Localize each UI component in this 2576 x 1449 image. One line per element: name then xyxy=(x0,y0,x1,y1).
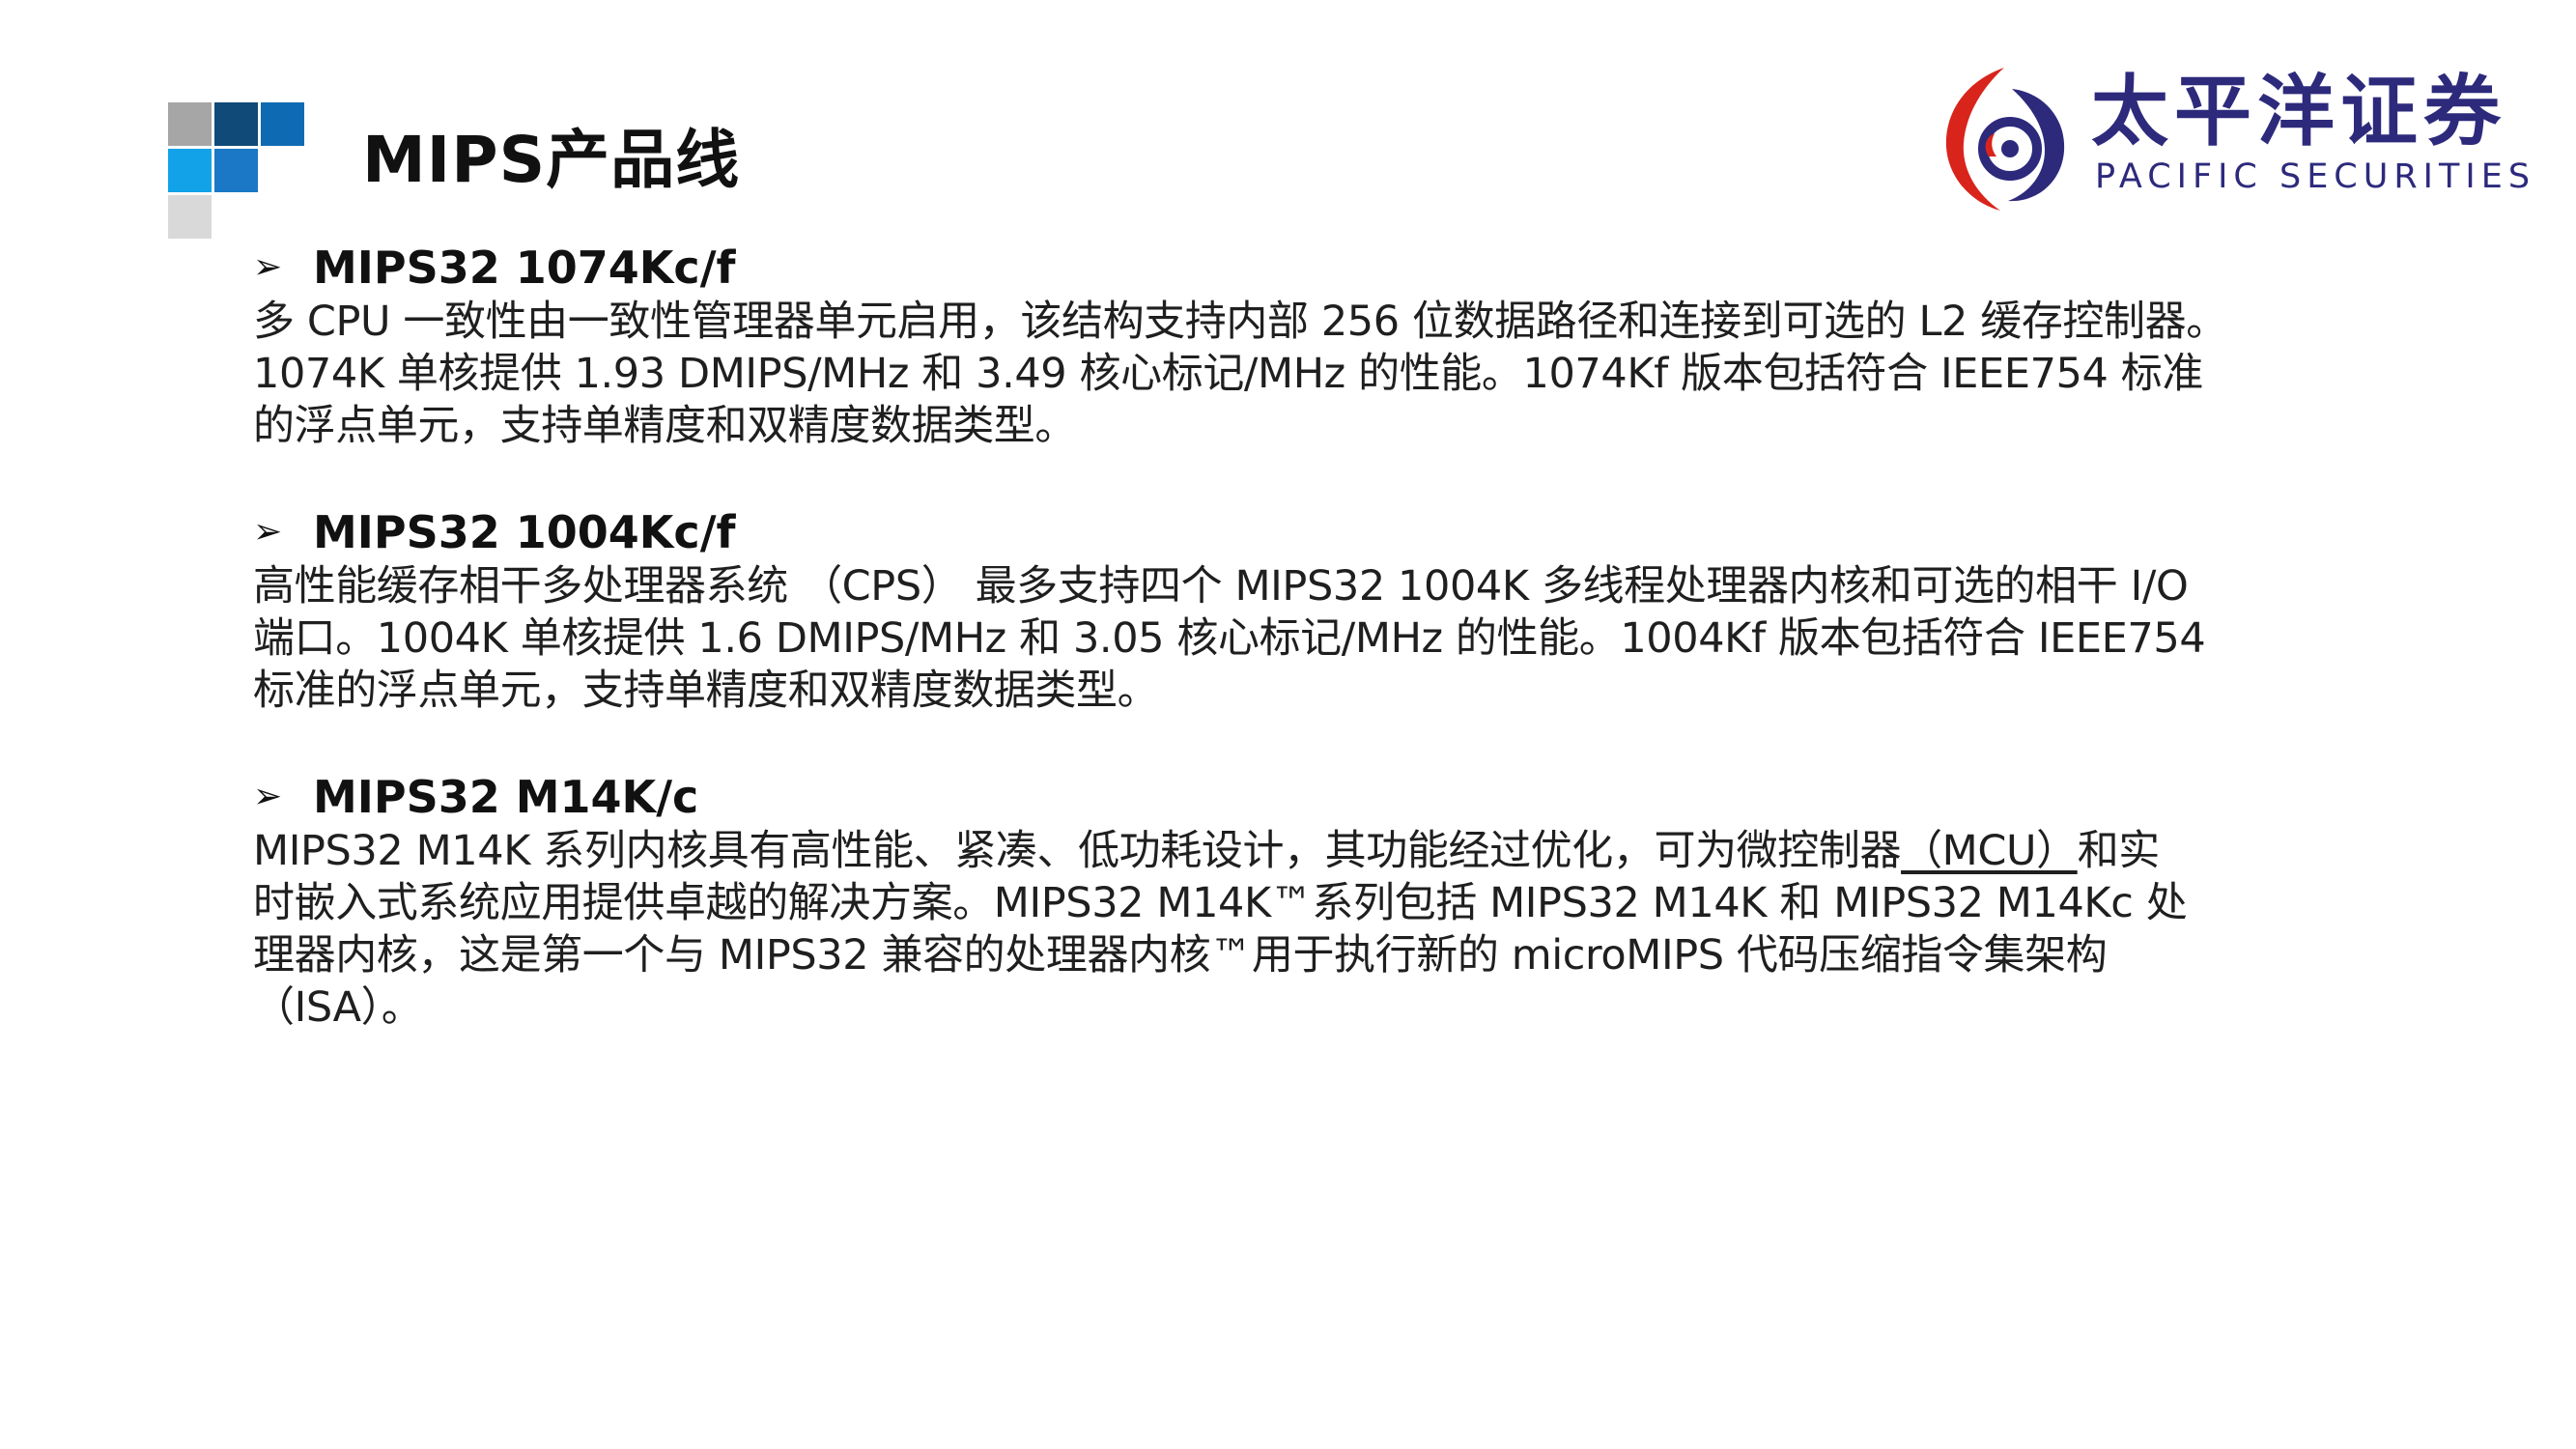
mosaic-square xyxy=(261,102,304,146)
section-1074k: ➢ MIPS32 1074Kc/f 多 CPU 一致性由一致性管理器单元启用，该… xyxy=(253,240,2320,452)
arrow-bullet-icon: ➢ xyxy=(253,247,283,287)
section-heading: ➢ MIPS32 1074Kc/f xyxy=(253,240,2320,296)
body-line: MIPS32 M14K 系列内核具有高性能、紧凑、低功耗设计，其功能经过优化，可… xyxy=(253,825,2320,877)
body-line: 多 CPU 一致性由一致性管理器单元启用，该结构支持内部 256 位数据路径和连… xyxy=(253,298,2227,346)
arrow-bullet-icon: ➢ xyxy=(253,512,283,552)
body-line: 1074K 单核提供 1.93 DMIPS/MHz 和 3.49 核心标记/MH… xyxy=(253,350,2203,398)
logo-english-name: PACIFIC SECURITIES xyxy=(2095,157,2536,196)
section-body: MIPS32 M14K 系列内核具有高性能、紧凑、低功耗设计，其功能经过优化，可… xyxy=(253,825,2320,1034)
body-line: 标准的浮点单元，支持单精度和双精度数据类型。 xyxy=(253,667,1159,715)
body-line: （ISA）。 xyxy=(253,983,423,1032)
slide: MIPS产品线 太平洋证券 PACIFIC SECURITIES ➢ MIPS3… xyxy=(0,0,2576,1449)
section-title: MIPS32 M14K/c xyxy=(313,771,699,823)
body-line: 理器内核，这是第一个与 MIPS32 兼容的处理器内核™用于执行新的 micro… xyxy=(253,931,2108,980)
body-line: 时嵌入式系统应用提供卓越的解决方案。MIPS32 M14K™系列包括 MIPS3… xyxy=(253,879,2188,927)
company-logo: 太平洋证券 PACIFIC SECURITIES xyxy=(1937,60,2530,214)
mosaic-square xyxy=(168,102,212,146)
section-m14k: ➢ MIPS32 M14K/c MIPS32 M14K 系列内核具有高性能、紧凑… xyxy=(253,769,2320,1034)
section-body: 高性能缓存相干多处理器系统 （CPS） 最多支持四个 MIPS32 1004K … xyxy=(253,560,2320,717)
body-line: 端口。1004K 单核提供 1.6 DMIPS/MHz 和 3.05 核心标记/… xyxy=(253,614,2206,663)
body-text: MIPS32 M14K 系列内核具有高性能、紧凑、低功耗设计，其功能经过优化，可… xyxy=(253,827,1902,875)
body-line: 的浮点单元，支持单精度和双精度数据类型。 xyxy=(253,402,1076,450)
slide-title: MIPS产品线 xyxy=(362,123,741,197)
mosaic-square xyxy=(168,149,212,192)
section-heading: ➢ MIPS32 M14K/c xyxy=(253,769,2320,825)
content-area: ➢ MIPS32 1074Kc/f 多 CPU 一致性由一致性管理器单元启用，该… xyxy=(253,240,2320,1086)
section-title: MIPS32 1074Kc/f xyxy=(313,242,736,294)
pacific-securities-emblem-icon xyxy=(1945,68,2065,211)
body-text: 和实 xyxy=(2077,827,2161,875)
section-body: 多 CPU 一致性由一致性管理器单元启用，该结构支持内部 256 位数据路径和连… xyxy=(253,296,2320,452)
decorative-square-mosaic xyxy=(168,102,304,240)
section-1004k: ➢ MIPS32 1004Kc/f 高性能缓存相干多处理器系统 （CPS） 最多… xyxy=(253,504,2320,717)
mcu-underlined-text: （MCU） xyxy=(1901,827,2078,875)
mosaic-square xyxy=(214,102,258,146)
body-line: 高性能缓存相干多处理器系统 （CPS） 最多支持四个 MIPS32 1004K … xyxy=(253,562,2189,611)
arrow-bullet-icon: ➢ xyxy=(253,777,283,816)
logo-chinese-name: 太平洋证券 xyxy=(2091,67,2506,156)
section-title: MIPS32 1004Kc/f xyxy=(313,506,736,558)
section-heading: ➢ MIPS32 1004Kc/f xyxy=(253,504,2320,560)
mosaic-square xyxy=(168,195,212,239)
mosaic-square xyxy=(214,149,258,192)
